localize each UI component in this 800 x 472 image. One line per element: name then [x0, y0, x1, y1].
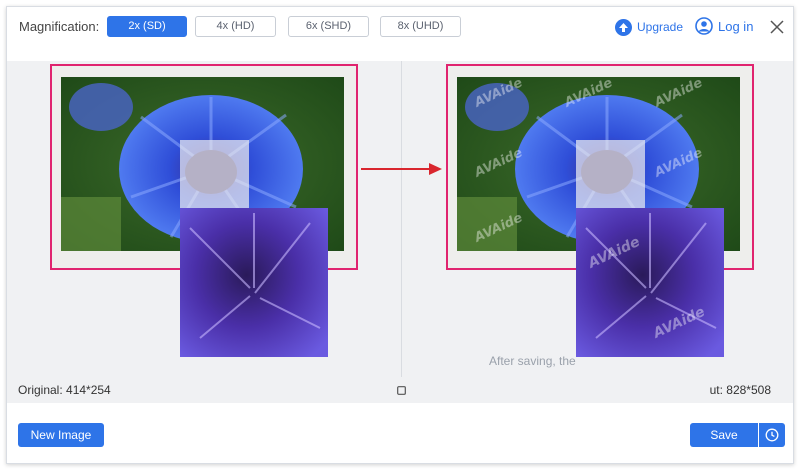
preview-divider — [401, 61, 402, 377]
image-upscaler-window: Magnification: 2x (SD) 4x (HD) 6x (SHD) … — [6, 6, 794, 464]
close-icon[interactable] — [769, 19, 785, 35]
login-button[interactable]: Log in — [695, 16, 753, 36]
fit-screen-icon[interactable] — [397, 386, 406, 395]
magnification-4x-button[interactable]: 4x (HD) — [195, 16, 276, 37]
magnification-8x-button[interactable]: 8x (UHD) — [380, 16, 461, 37]
new-image-button[interactable]: New Image — [18, 423, 104, 447]
magnification-6x-button[interactable]: 6x (SHD) — [288, 16, 369, 37]
original-zoom-preview — [180, 208, 328, 357]
output-zoom-preview: AVAide AVAide — [576, 208, 724, 357]
magnification-label: Magnification: — [19, 19, 100, 34]
save-button[interactable]: Save — [690, 423, 758, 447]
size-info-bar: Original: 414*254 ut: 828*508 — [7, 377, 793, 403]
upgrade-label: Upgrade — [637, 20, 684, 34]
clock-icon — [765, 428, 779, 442]
output-size-label: ut: 828*508 — [709, 383, 771, 397]
header-toolbar: Magnification: 2x (SD) 4x (HD) 6x (SHD) … — [7, 7, 793, 47]
after-saving-hint: After saving, the — [489, 354, 576, 368]
upgrade-button[interactable]: Upgrade — [615, 17, 683, 37]
upgrade-arrow-icon — [615, 18, 632, 36]
history-button[interactable] — [759, 423, 785, 447]
magnification-2x-button[interactable]: 2x (SD) — [107, 16, 187, 37]
original-size-label: Original: 414*254 — [18, 383, 111, 397]
login-label: Log in — [718, 18, 754, 34]
user-icon — [695, 17, 713, 35]
original-magnifier-lens[interactable] — [180, 140, 249, 208]
arrow-icon — [361, 163, 442, 175]
output-magnifier-lens[interactable] — [576, 140, 645, 208]
